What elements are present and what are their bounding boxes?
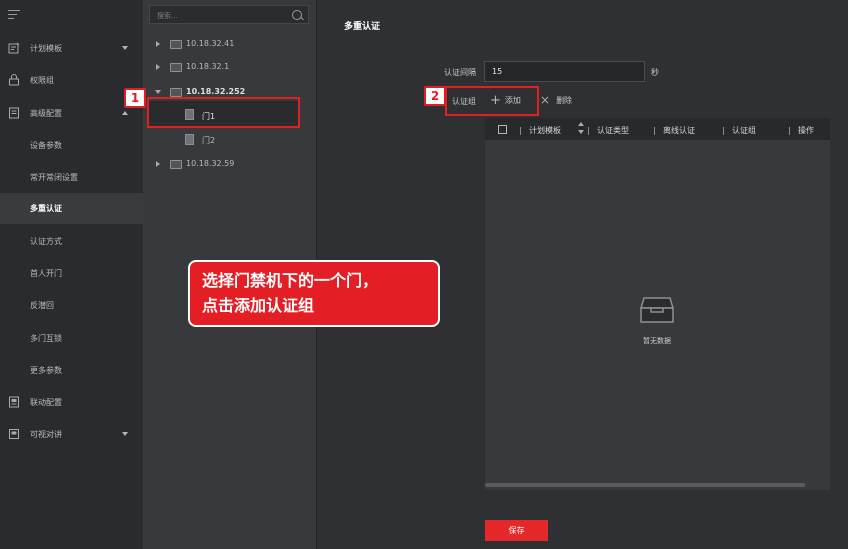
sort-icon[interactable] — [578, 122, 584, 135]
empty-box-icon — [639, 297, 675, 323]
nav-item-advanced-config[interactable]: 高级配置 — [0, 98, 143, 128]
nav-item-video-intercom[interactable]: 可视对讲 — [0, 419, 143, 449]
chevron-down-icon — [122, 46, 128, 50]
calendar-icon — [8, 42, 20, 54]
nav-item-multi-door-interlock[interactable]: 多门互锁 — [0, 323, 143, 353]
nav-label: 首人开门 — [30, 268, 62, 278]
expand-arrow-icon[interactable] — [156, 161, 160, 167]
device-icon — [170, 40, 182, 49]
nav-item-anti-passback[interactable]: 反潜回 — [0, 290, 143, 320]
nav-item-multi-auth[interactable]: 多重认证 — [0, 193, 143, 224]
config-icon — [9, 107, 19, 119]
search-input[interactable]: 搜索... — [149, 5, 309, 24]
device-icon — [170, 63, 182, 72]
intercom-icon — [9, 429, 19, 439]
column-header-action: 操作 — [789, 125, 814, 136]
device-icon — [170, 88, 182, 97]
tree-device-node[interactable]: 10.18.32.59 — [156, 156, 306, 172]
column-header-auth-type[interactable]: 认证类型 — [588, 125, 629, 136]
instruction-callout: 选择门禁机下的一个门， 点击添加认证组 — [188, 260, 440, 327]
nav-item-first-person[interactable]: 首人开门 — [0, 258, 143, 288]
callout-line-2: 点击添加认证组 — [202, 296, 315, 315]
device-ip-label: 10.18.32.59 — [186, 159, 235, 168]
auth-group-table: 计划模板 认证类型 离线认证 认证组 操作 暂无数据 — [485, 118, 830, 490]
expand-arrow-icon[interactable] — [156, 41, 160, 47]
delete-button[interactable]: × 删除 — [540, 92, 572, 108]
chevron-down-icon — [122, 432, 128, 436]
tree-door-node[interactable]: 门2 — [185, 132, 305, 148]
nav-label: 计划模板 — [30, 43, 62, 53]
nav-item-permission-group[interactable]: 权限组 — [0, 65, 143, 95]
search-placeholder: 搜索... — [157, 12, 178, 20]
page-title: 多重认证 — [344, 22, 381, 32]
nav-item-device-params[interactable]: 设备参数 — [0, 130, 143, 160]
device-ip-label: 10.18.32.41 — [186, 39, 235, 48]
nav-label: 多重认证 — [30, 204, 62, 213]
close-icon: × — [540, 93, 551, 107]
select-all-checkbox[interactable] — [498, 125, 507, 134]
auth-interval-unit: 秒 — [651, 68, 659, 77]
column-header-offline-auth[interactable]: 离线认证 — [654, 125, 695, 136]
tree-device-node[interactable]: 10.18.32.1 — [156, 59, 306, 75]
lock-icon — [9, 74, 19, 86]
nav-item-schedule-template[interactable]: 计划模板 — [0, 33, 143, 63]
nav-label: 权限组 — [30, 75, 54, 85]
callout-line-1: 选择门禁机下的一个门， — [202, 271, 379, 290]
tree-device-node[interactable]: 10.18.32.41 — [156, 36, 306, 52]
step-2-badge: 2 — [424, 86, 446, 106]
delete-label: 删除 — [556, 95, 573, 105]
save-button[interactable]: 保存 — [485, 520, 548, 541]
step-1-badge: 1 — [124, 88, 146, 108]
auth-interval-input[interactable]: 15 — [484, 61, 645, 82]
door-icon — [185, 134, 194, 145]
side-navigation: 计划模板 权限组 高级配置 设备参数 常开常闭设置 多重认证 认证方式 首人开门… — [0, 0, 143, 549]
horizontal-scrollbar[interactable] — [485, 483, 805, 487]
expand-arrow-icon[interactable] — [156, 64, 160, 70]
column-header-auth-group[interactable]: 认证组 — [723, 125, 756, 136]
device-icon — [170, 160, 182, 169]
step-1-highlight — [147, 97, 300, 128]
nav-label: 反潜回 — [30, 300, 54, 310]
device-ip-label: 10.18.32.252 — [186, 87, 246, 96]
table-header: 计划模板 认证类型 离线认证 认证组 操作 — [485, 118, 830, 140]
nav-label: 可视对讲 — [30, 429, 62, 439]
nav-label: 联动配置 — [30, 397, 62, 407]
menu-toggle-icon[interactable] — [8, 10, 20, 20]
search-icon[interactable] — [292, 10, 302, 20]
door-label: 门2 — [202, 136, 216, 145]
nav-label: 认证方式 — [30, 236, 62, 246]
auth-interval-label: 认证间隔 — [444, 68, 476, 77]
chevron-up-icon — [122, 111, 128, 115]
nav-label: 常开常闭设置 — [30, 172, 78, 182]
nav-item-auth-mode[interactable]: 认证方式 — [0, 226, 143, 256]
linkage-icon — [9, 396, 19, 408]
nav-label: 高级配置 — [30, 108, 62, 118]
nav-label: 更多参数 — [30, 365, 62, 375]
column-header-schedule[interactable]: 计划模板 — [520, 125, 561, 136]
collapse-arrow-icon[interactable] — [155, 90, 161, 94]
empty-data-text: 暂无数据 — [643, 337, 671, 345]
nav-label: 设备参数 — [30, 140, 62, 150]
nav-item-linkage-config[interactable]: 联动配置 — [0, 387, 143, 417]
device-ip-label: 10.18.32.1 — [186, 62, 230, 71]
nav-item-normally-open-close[interactable]: 常开常闭设置 — [0, 162, 143, 192]
nav-label: 多门互锁 — [30, 333, 62, 343]
step-2-highlight — [445, 86, 539, 116]
nav-item-more-params[interactable]: 更多参数 — [0, 355, 143, 385]
